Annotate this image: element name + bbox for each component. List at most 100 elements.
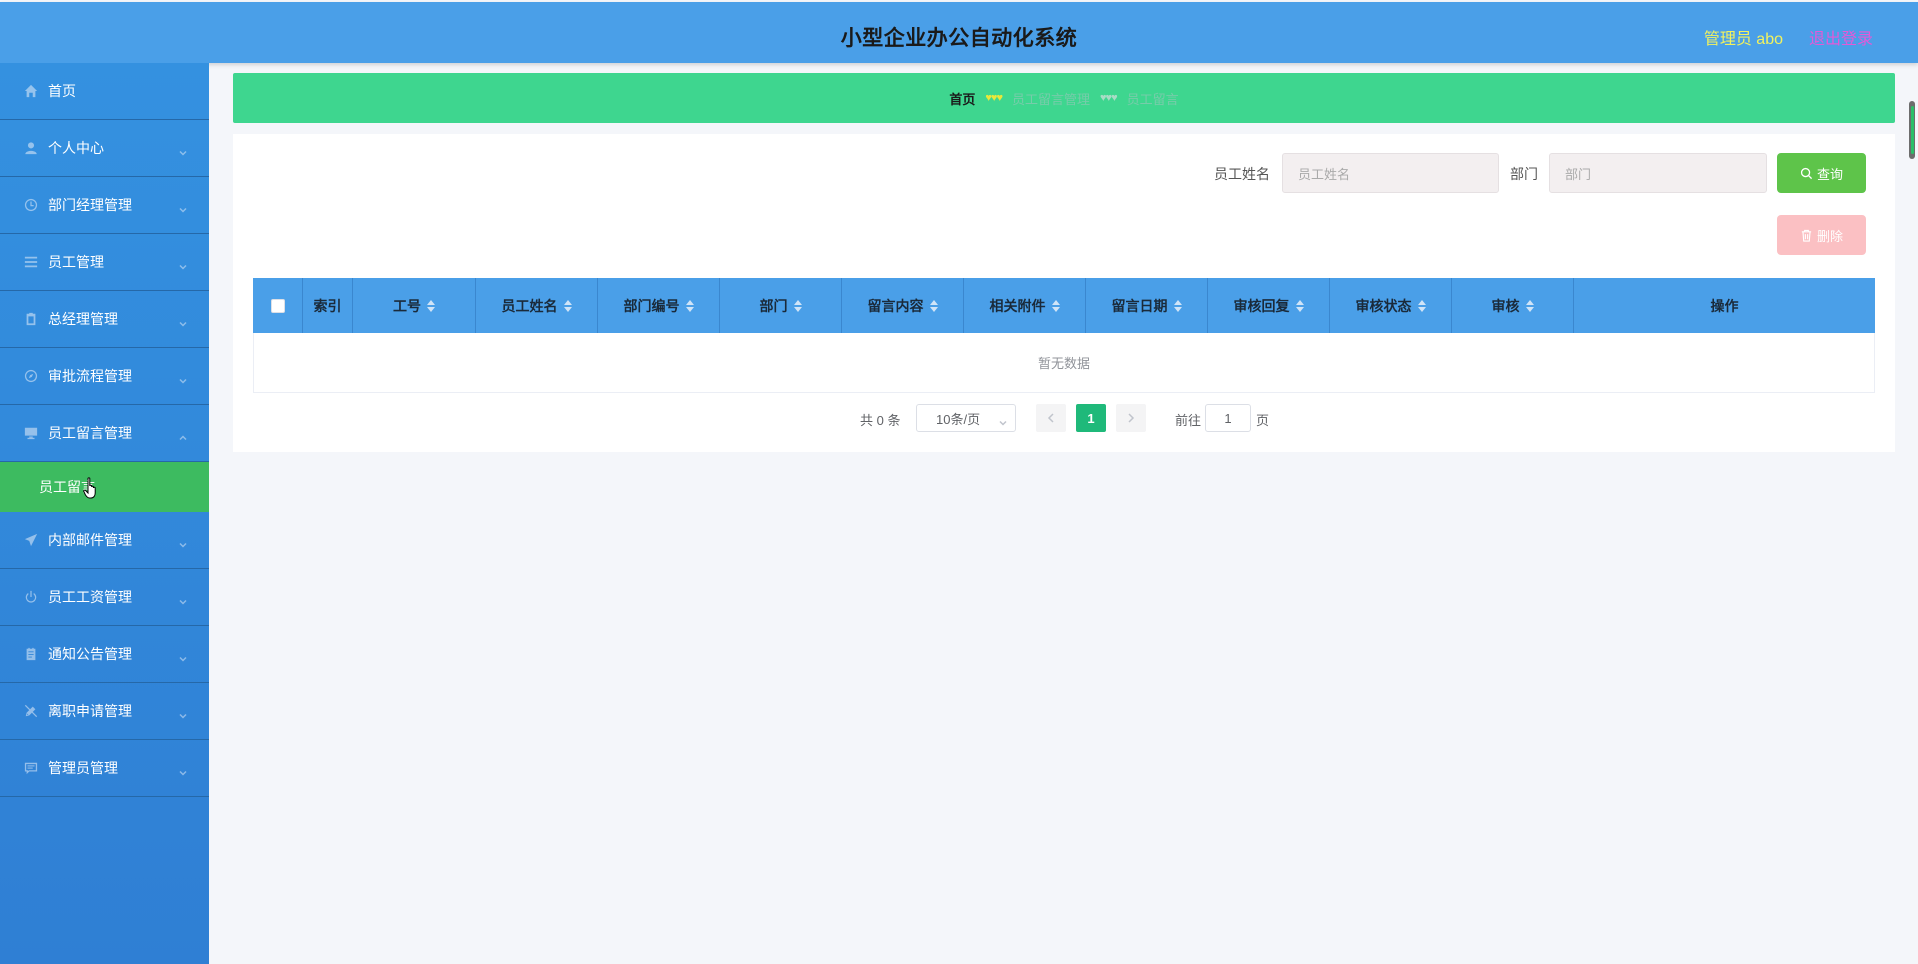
- select-all-checkbox[interactable]: [270, 298, 285, 313]
- chevron-down-icon: [179, 201, 187, 213]
- monitor-icon: [24, 426, 38, 440]
- sidebar-item-label: 总经理管理: [48, 311, 118, 327]
- column-header[interactable]: 员工姓名: [476, 278, 598, 333]
- sidebar-item-admin[interactable]: 管理员管理: [0, 740, 209, 797]
- page-size-value: 10条/页: [936, 411, 981, 427]
- sidebar-item-internal-mail[interactable]: 内部邮件管理: [0, 512, 209, 569]
- delete-button-label: 删除: [1816, 228, 1843, 244]
- sidebar-item-employee-message[interactable]: 员工留言管理: [0, 405, 209, 462]
- goto-label: 前往: [1175, 413, 1202, 428]
- sort-icon[interactable]: [1417, 299, 1426, 312]
- column-header[interactable]: 审核回复: [1208, 278, 1330, 333]
- heart-separator-icon: ♥♥♥: [1100, 92, 1118, 104]
- chevron-down-icon: [179, 315, 187, 327]
- clock-icon: [24, 198, 38, 212]
- empty-row: 暂无数据: [253, 333, 1875, 393]
- breadcrumb-level1: 员工留言管理: [1011, 91, 1090, 107]
- sidebar-item-employee[interactable]: 员工管理: [0, 234, 209, 291]
- column-header[interactable]: 审核状态: [1330, 278, 1452, 333]
- home-icon: [24, 84, 38, 98]
- scrollbar-accent: [1911, 106, 1914, 154]
- clipboard-icon: [24, 312, 38, 326]
- sort-icon[interactable]: [685, 299, 694, 312]
- sidebar-item-label: 员工管理: [48, 254, 104, 270]
- sidebar-item-label: 离职申请管理: [48, 703, 132, 719]
- sidebar-item-label: 内部邮件管理: [48, 532, 132, 548]
- page-size-select[interactable]: 10条/页: [916, 404, 1016, 432]
- sort-icon[interactable]: [1173, 299, 1182, 312]
- sort-icon[interactable]: [793, 299, 802, 312]
- sidebar-item-label: 员工工资管理: [48, 589, 132, 605]
- search-icon: [1800, 167, 1813, 179]
- column-header[interactable]: 留言日期: [1086, 278, 1208, 333]
- next-page-button[interactable]: [1116, 404, 1146, 432]
- page-suffix-label: 页: [1256, 413, 1270, 428]
- sort-icon[interactable]: [1525, 299, 1534, 312]
- sidebar-item-salary[interactable]: 员工工资管理: [0, 569, 209, 626]
- sidebar-item-approval-flow[interactable]: 审批流程管理: [0, 348, 209, 405]
- delete-button[interactable]: 删除: [1777, 215, 1866, 255]
- query-button[interactable]: 查询: [1777, 153, 1866, 193]
- trash-icon: [1801, 229, 1812, 242]
- sort-icon[interactable]: [1051, 299, 1060, 312]
- column-header[interactable]: 相关附件: [964, 278, 1086, 333]
- logout-link[interactable]: 退出登录: [1809, 25, 1873, 49]
- prev-page-button[interactable]: [1036, 404, 1066, 432]
- column-header[interactable]: 工号: [353, 278, 476, 333]
- breadcrumb-home[interactable]: 首页: [949, 89, 975, 108]
- user-icon: [24, 141, 38, 155]
- sort-icon[interactable]: [427, 299, 435, 312]
- column-header[interactable]: 部门: [720, 278, 842, 333]
- chat-icon: [24, 761, 38, 775]
- sidebar-item-resignation[interactable]: 离职申请管理: [0, 683, 209, 740]
- sidebar-item-notice[interactable]: 通知公告管理: [0, 626, 209, 683]
- sidebar-item-general-manager[interactable]: 总经理管理: [0, 291, 209, 348]
- chevron-down-icon: [179, 707, 187, 719]
- column-header[interactable]: 部门编号: [598, 278, 720, 333]
- department-label: 部门: [1510, 166, 1538, 182]
- column-header: 操作: [1710, 297, 1739, 314]
- pagination: 共 0 条 10条/页 1 前往 1 页: [233, 404, 1895, 432]
- chevron-down-icon: [179, 372, 187, 384]
- message-table: 索引 工号 员工姓名 部门编号 部门 留言内容 相关附件 留言日期 审核回复 审…: [253, 278, 1875, 393]
- sidebar-item-personal-center[interactable]: 个人中心: [0, 120, 209, 177]
- query-button-label: 查询: [1816, 166, 1843, 182]
- sidebar-item-label: 通知公告管理: [48, 646, 132, 662]
- send-icon: [24, 533, 38, 547]
- current-user-label: 管理员 abo: [1703, 31, 1783, 48]
- chevron-up-icon: [179, 429, 187, 441]
- column-header[interactable]: 审核: [1452, 278, 1574, 333]
- goto-page-input[interactable]: 1: [1205, 404, 1251, 432]
- chevron-down-icon: [179, 536, 187, 548]
- chevron-right-icon: [1128, 413, 1135, 423]
- department-input[interactable]: 部门: [1549, 153, 1767, 193]
- no-pencil-icon: [24, 704, 38, 718]
- chevron-down-icon: [179, 764, 187, 776]
- chevron-down-icon: [179, 650, 187, 662]
- column-header[interactable]: 留言内容: [842, 278, 964, 333]
- empty-text: 暂无数据: [1037, 356, 1090, 371]
- sort-icon[interactable]: [1295, 299, 1304, 312]
- submenu-item-employee-message[interactable]: 员工留言: [0, 462, 209, 512]
- sidebar-item-dept-manager[interactable]: 部门经理管理: [0, 177, 209, 234]
- sort-icon[interactable]: [929, 299, 938, 312]
- sidebar-item-label: 管理员管理: [48, 760, 118, 776]
- compass-icon: [24, 369, 38, 383]
- chevron-down-icon: [999, 415, 1007, 426]
- power-icon: [24, 590, 38, 604]
- employee-name-label: 员工姓名: [1214, 166, 1270, 182]
- page-number-current[interactable]: 1: [1076, 404, 1106, 432]
- sidebar-item-label: 员工留言管理: [48, 425, 132, 441]
- sidebar-item-label: 审批流程管理: [48, 368, 132, 384]
- employee-name-input[interactable]: 员工姓名: [1282, 153, 1499, 193]
- sidebar-item-home[interactable]: 首页: [0, 63, 209, 120]
- top-header: 小型企业办公自动化系统 管理员 abo 退出登录: [0, 2, 1918, 63]
- hand-pointer-icon: [83, 477, 96, 499]
- sidebar-item-label: 个人中心: [48, 140, 104, 156]
- sort-icon[interactable]: [563, 299, 572, 312]
- total-count: 共 0 条: [860, 413, 901, 428]
- chevron-down-icon: [179, 593, 187, 605]
- column-header: 索引: [303, 278, 353, 333]
- select-all-cell: [253, 278, 303, 333]
- sidebar-item-label: 首页: [48, 83, 76, 99]
